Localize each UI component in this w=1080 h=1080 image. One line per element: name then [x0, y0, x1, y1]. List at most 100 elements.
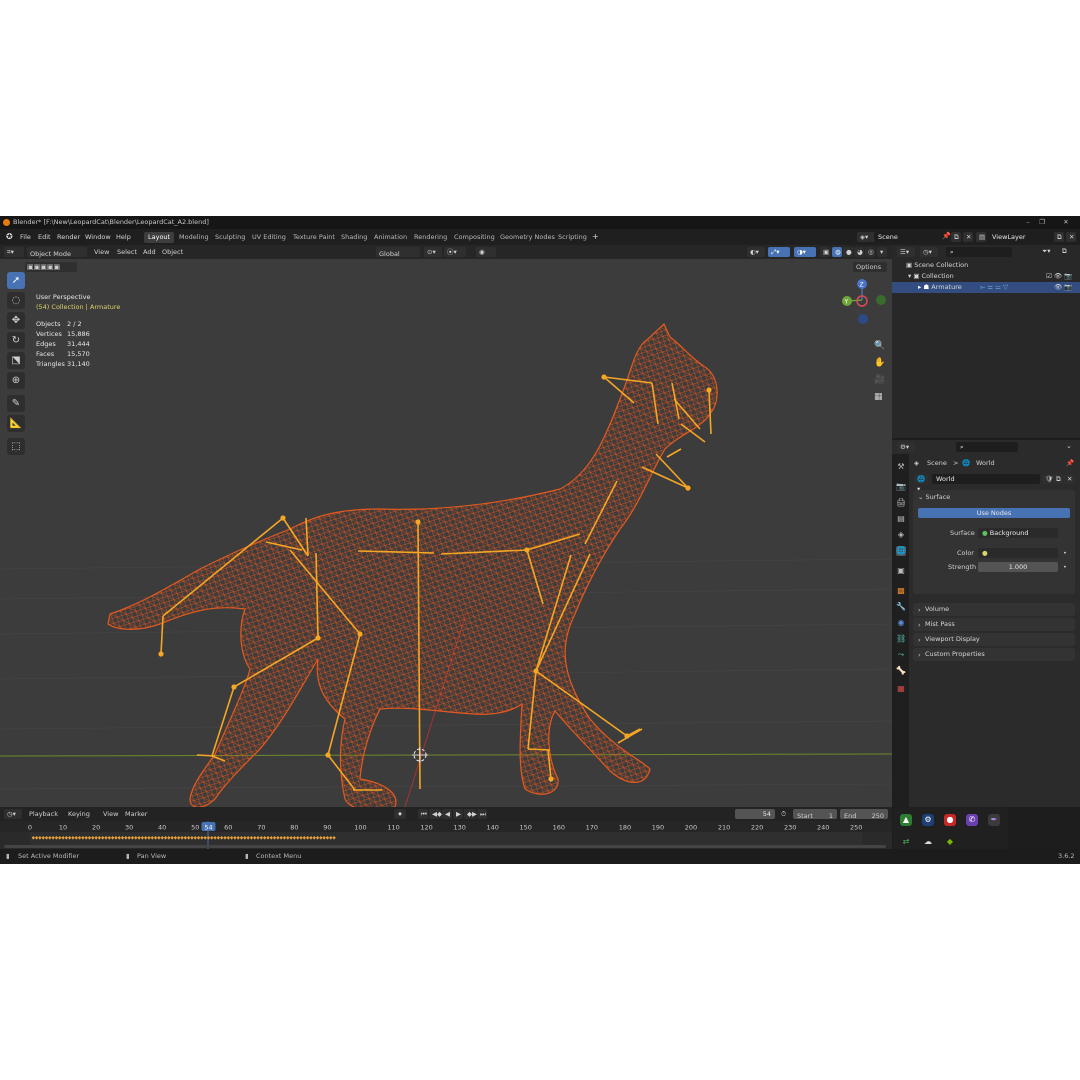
breadcrumb-world[interactable]: World	[976, 459, 995, 467]
nvidia-icon[interactable]: ◆	[944, 836, 956, 848]
tab-uv-editing[interactable]: UV Editing	[248, 232, 290, 243]
next-keyframe-button[interactable]: ◆▶	[464, 809, 477, 819]
options-dropdown[interactable]: Options	[853, 262, 887, 272]
menu-timeline-view[interactable]: View	[103, 807, 118, 821]
breadcrumb-scene[interactable]: Scene	[927, 459, 947, 467]
data-icon[interactable]: ⤳	[896, 650, 906, 660]
tab-texture-paint[interactable]: Texture Paint	[289, 232, 339, 243]
fake-user-icon[interactable]: 🛡	[1042, 474, 1053, 484]
pin-icon[interactable]: 📌	[942, 232, 951, 240]
viber-icon[interactable]: ✆	[966, 814, 978, 826]
menu-add[interactable]: Add	[143, 245, 156, 259]
stopwatch-icon[interactable]: ⏱	[781, 807, 786, 821]
measure-icon[interactable]: 📐	[7, 415, 25, 432]
scale-icon[interactable]: ⬔	[7, 352, 25, 369]
outliner-scene-collection[interactable]: ▣ Scene Collection	[906, 260, 968, 271]
strength-keyframe-icon[interactable]: •	[1063, 563, 1067, 571]
outliner-armature[interactable]: ▸ ☗ Armature	[918, 282, 962, 293]
tab-shading[interactable]: Shading	[337, 232, 371, 243]
armature-visibility-icon[interactable]: 👁 📷	[1054, 282, 1072, 293]
use-nodes-button[interactable]: Use Nodes	[918, 508, 1070, 518]
view-layer-field[interactable]: ViewLayer	[988, 232, 1052, 242]
record-button[interactable]: ⏺	[394, 809, 406, 819]
timeline-area[interactable]: 0 10 20 30 40 50 54 60 70 80 90 100 110 120 130 140 150 1…	[0, 821, 892, 849]
menu-select[interactable]: Select	[117, 245, 137, 259]
tool-icon[interactable]: ⚒	[896, 462, 906, 472]
tab-sculpting[interactable]: Sculpting	[211, 232, 249, 243]
current-frame-field[interactable]: 54	[735, 809, 775, 819]
end-frame-field[interactable]: End 250	[840, 809, 888, 820]
view-layer-icon[interactable]: ▤	[896, 514, 906, 524]
object-icon[interactable]: ▩	[896, 586, 906, 596]
network-icon[interactable]: ⇄	[900, 836, 912, 848]
collection-checkbox-icon[interactable]: ☑ 👁 📷	[1046, 271, 1072, 282]
outliner-collection[interactable]: ▾ ▣ Collection	[908, 271, 954, 282]
drive-icon[interactable]: ▲	[900, 814, 912, 826]
constraints-icon[interactable]: ⛓	[896, 634, 906, 644]
transform-icon[interactable]: ⊕	[7, 372, 25, 389]
render-icon[interactable]: 📷	[896, 482, 906, 492]
gizmo-toggle-icon[interactable]: ⤢▾	[768, 247, 790, 257]
annotate-icon[interactable]: ✎	[7, 395, 25, 412]
color-keyframe-icon[interactable]: •	[1063, 549, 1067, 557]
new-scene-icon[interactable]: ⧉	[951, 232, 961, 242]
add-cube-icon[interactable]: ⬚	[7, 438, 25, 455]
shading-options-icon[interactable]: ▾	[877, 247, 887, 257]
menu-playback[interactable]: Playback	[29, 807, 58, 821]
delete-view-layer-icon[interactable]: ✕	[1066, 232, 1076, 242]
menu-edit[interactable]: Edit	[38, 229, 51, 245]
zoom-icon[interactable]: 🔍	[874, 341, 885, 351]
menu-file[interactable]: File	[20, 229, 31, 245]
outliner-editor-icon[interactable]: ☰▾	[897, 247, 915, 257]
surface-panel-header[interactable]: ⌄ Surface	[918, 493, 950, 501]
view-layer-icon[interactable]: ▤	[976, 232, 986, 242]
tab-modeling[interactable]: Modeling	[175, 232, 213, 243]
menu-view[interactable]: View	[94, 245, 109, 259]
custom-properties-panel[interactable]: Custom Properties	[913, 648, 1075, 661]
feather-icon[interactable]: ✒	[988, 814, 1000, 826]
tab-scripting[interactable]: Scripting	[554, 232, 591, 243]
color-field[interactable]: ●	[978, 548, 1058, 558]
world-browse-icon[interactable]: 🌐▾	[914, 474, 928, 493]
timeline-editor-icon[interactable]: ◷▾	[4, 809, 22, 819]
jump-end-button[interactable]: ⏭	[477, 809, 487, 819]
delete-scene-icon[interactable]: ✕	[963, 232, 973, 242]
xray-icon[interactable]: ▣	[820, 247, 830, 257]
world-name-field[interactable]: World	[932, 474, 1040, 484]
recorder-icon[interactable]: ●	[944, 814, 956, 826]
tab-compositing[interactable]: Compositing	[450, 232, 499, 243]
menu-render[interactable]: Render	[57, 229, 80, 245]
orientation-dropdown[interactable]: Global	[376, 247, 420, 258]
move-icon[interactable]: ✥	[7, 312, 25, 329]
outliner-search-input[interactable]: ⌕	[946, 247, 1012, 257]
grid-icon[interactable]: ▦	[874, 392, 883, 402]
camera-icon[interactable]: 🎥	[874, 375, 885, 385]
overlay-toggle-icon[interactable]: ◑▾	[794, 247, 816, 257]
outliner-new-collection-icon[interactable]: ⧉	[1062, 246, 1067, 257]
tab-layout[interactable]: Layout	[144, 232, 175, 243]
viewport-display-panel[interactable]: Viewport Display	[913, 633, 1075, 646]
scene-field[interactable]: Scene	[874, 232, 938, 242]
physics-icon[interactable]: ◉	[896, 618, 906, 628]
properties-search-input[interactable]: ⌕	[956, 442, 1018, 452]
pan-hand-icon[interactable]: ✋	[874, 358, 885, 368]
tab-animation[interactable]: Animation	[370, 232, 411, 243]
visibility-icon[interactable]: ◐▾	[747, 247, 765, 257]
app-icon[interactable]: ⚙	[922, 814, 934, 826]
outliner-filter-mode-icon[interactable]: ◷▾	[920, 247, 938, 257]
proportional-edit-icon[interactable]: ◉	[476, 247, 496, 257]
duplicate-world-icon[interactable]: ⧉	[1053, 474, 1063, 484]
snap-icon[interactable]: ⦿▾	[444, 247, 466, 257]
menu-help[interactable]: Help	[116, 229, 131, 245]
output-icon[interactable]: 🖨	[896, 498, 906, 508]
surface-shader-field[interactable]: ● Background	[978, 528, 1058, 538]
scene-icon[interactable]: ◈	[896, 530, 906, 540]
shading-rendered-icon[interactable]: ◎	[865, 247, 875, 257]
volume-panel[interactable]: Volume	[913, 603, 1075, 616]
strength-field[interactable]: 1.000	[978, 562, 1058, 572]
bone-icon[interactable]: 🦴	[896, 666, 906, 676]
timeline-scrollbar[interactable]	[4, 845, 886, 848]
cloud-icon[interactable]: ☁	[922, 836, 934, 848]
shading-material-icon[interactable]: ◕	[854, 247, 864, 257]
properties-options-icon[interactable]: ⌄	[1066, 442, 1072, 450]
